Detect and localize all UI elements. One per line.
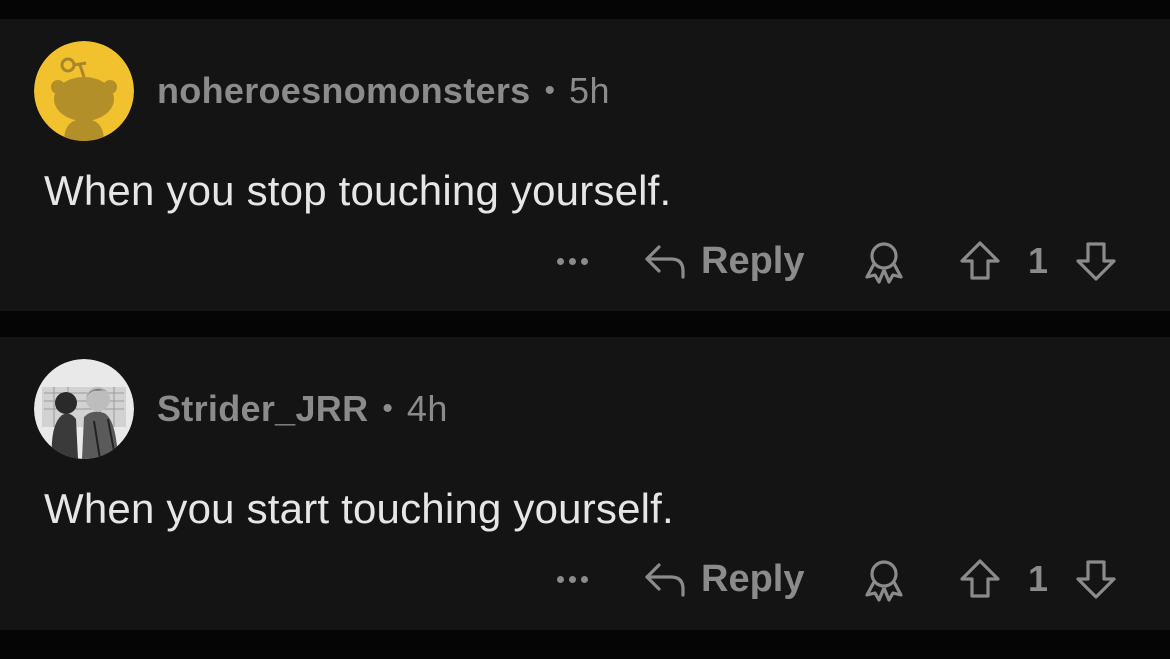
snoo-avatar-icon xyxy=(34,41,134,141)
avatar[interactable] xyxy=(34,41,134,141)
username[interactable]: noheroesnomonsters xyxy=(157,70,530,112)
reply-label: Reply xyxy=(701,557,805,600)
upvote-button[interactable] xyxy=(958,558,1002,600)
more-options-button[interactable] xyxy=(550,559,594,599)
reply-label: Reply xyxy=(701,239,805,282)
comment-thread: noheroesnomonsters • 5h When you stop to… xyxy=(0,0,1170,659)
downvote-arrow-icon xyxy=(1076,242,1116,281)
comment-meta: noheroesnomonsters • 5h xyxy=(157,69,610,113)
reply-arrow-icon xyxy=(645,245,685,279)
comment-actions: Reply 1 xyxy=(540,555,1130,603)
username[interactable]: Strider_JRR xyxy=(157,388,368,430)
manga-avatar-icon xyxy=(34,359,134,459)
vote-count: 1 xyxy=(1028,240,1049,281)
award-ribbon-icon xyxy=(865,242,903,284)
reply-button[interactable]: Reply xyxy=(643,555,804,603)
award-ribbon-icon xyxy=(865,560,903,602)
comment-body: When you stop touching yourself. xyxy=(44,167,672,214)
comment-actions: Reply 1 xyxy=(540,237,1130,285)
reply-arrow-icon xyxy=(645,563,685,597)
upvote-button[interactable] xyxy=(958,240,1002,282)
separator-dot: • xyxy=(382,392,393,425)
timestamp: 5h xyxy=(568,70,611,111)
vote-count: 1 xyxy=(1028,558,1049,599)
more-horizontal-icon xyxy=(556,257,564,265)
more-options-button[interactable] xyxy=(550,241,594,281)
award-button[interactable] xyxy=(860,239,908,285)
avatar[interactable] xyxy=(34,359,134,459)
downvote-button[interactable] xyxy=(1074,558,1118,600)
upvote-arrow-icon xyxy=(960,241,1000,280)
comment: noheroesnomonsters • 5h When you stop to… xyxy=(0,19,1170,311)
downvote-button[interactable] xyxy=(1074,240,1118,282)
upvote-arrow-icon xyxy=(960,559,1000,598)
reply-button[interactable]: Reply xyxy=(643,237,804,285)
downvote-arrow-icon xyxy=(1076,560,1116,599)
timestamp: 4h xyxy=(406,388,448,429)
comment-body: When you start touching yourself. xyxy=(44,485,674,532)
separator-dot: • xyxy=(544,74,555,107)
more-horizontal-icon xyxy=(556,575,564,583)
comment-meta: Strider_JRR • 4h xyxy=(157,387,448,431)
award-button[interactable] xyxy=(860,557,908,603)
comment: Strider_JRR • 4h When you start touching… xyxy=(0,337,1170,630)
